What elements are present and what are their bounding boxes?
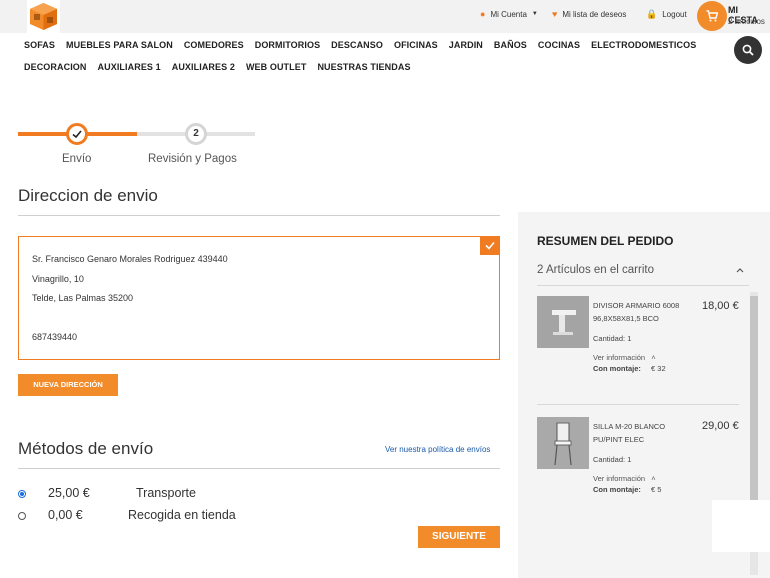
new-address-button[interactable]: NUEVA DIRECCIÓN xyxy=(18,374,118,396)
chevron-up-icon: ˄ xyxy=(651,353,656,362)
step-1-label: Envío xyxy=(62,153,92,165)
address-street: Vinagrillo, 10 xyxy=(32,274,84,284)
divider xyxy=(537,285,749,286)
chevron-up-icon: ˄ xyxy=(651,474,656,483)
shipping-policy-link[interactable]: Ver nuestra política de envíos xyxy=(385,445,490,454)
product-mounting: Con montaje: € 5 xyxy=(593,485,662,494)
site-logo[interactable] xyxy=(27,0,60,33)
product-image-chair[interactable] xyxy=(537,417,589,469)
heart-icon: ♥ xyxy=(552,9,558,19)
nav-item-oficinas[interactable]: OFICINAS xyxy=(394,40,438,50)
product-thumbnail xyxy=(537,417,589,469)
address-selected-badge xyxy=(480,236,500,255)
address-phone: 687439440 xyxy=(32,332,78,342)
wishlist-link[interactable]: ♥ Mi lista de deseos xyxy=(552,9,626,19)
logout-link[interactable]: 🔒 Logout xyxy=(646,9,687,20)
cart-icon xyxy=(706,10,718,22)
cart-count: 2 artículos xyxy=(728,17,765,26)
shipping-option-pickup-radio[interactable] xyxy=(18,512,26,520)
user-icon: ● xyxy=(480,9,486,19)
shipping-option-price: 0,00 € xyxy=(48,508,83,522)
step-2-label: Revisión y Pagos xyxy=(148,153,237,165)
my-account-link[interactable]: ● Mi Cuenta ▼ xyxy=(480,9,538,19)
shipping-heading: Métodos de envío xyxy=(18,439,154,458)
overlay-patch xyxy=(712,500,770,552)
lock-icon: 🔒 xyxy=(646,9,658,19)
main-nav-row-2: DECORACION AUXILIARES 1 AUXILIARES 2 WEB OU… xyxy=(24,62,411,72)
nav-item-comedores[interactable]: COMEDORES xyxy=(184,40,244,50)
product-more-info-toggle[interactable]: Ver información ˄ xyxy=(593,353,656,362)
summary-title: RESUMEN DEL PEDIDO xyxy=(537,234,674,248)
caret-down-icon: ▼ xyxy=(531,11,538,17)
nav-item-muebles-para-salon[interactable]: MUEBLES PARA SALON xyxy=(66,40,173,50)
search-button[interactable] xyxy=(734,36,762,64)
summary-scrollbar-thumb[interactable] xyxy=(750,296,758,506)
logo-box-icon xyxy=(30,3,57,30)
step-1-indicator xyxy=(66,123,88,145)
product-quantity: Cantidad: 1 xyxy=(593,334,632,343)
product-name[interactable]: SILLA M-20 BLANCO PU/PINT ELEC xyxy=(593,420,688,446)
shipping-option-price: 25,00 € xyxy=(48,486,90,500)
product-image-divider[interactable] xyxy=(537,296,589,348)
chevron-up-icon[interactable] xyxy=(736,267,744,273)
check-icon xyxy=(72,130,82,139)
shipping-option-name: Transporte xyxy=(136,486,196,500)
search-icon xyxy=(742,44,754,56)
nav-item-electrodomesticos[interactable]: ELECTRODOMESTICOS xyxy=(591,40,696,50)
step-2-indicator: 2 xyxy=(185,123,207,145)
product-price: 18,00 € xyxy=(702,300,739,312)
product-name[interactable]: DIVISOR ARMARIO 6008 96,8X58X81,5 BCO xyxy=(593,299,688,325)
next-button[interactable]: SIGUIENTE xyxy=(418,526,500,548)
address-city: Telde, Las Palmas 35200 xyxy=(32,293,134,303)
shipping-option-name: Recogida en tienda xyxy=(128,508,236,522)
shipping-option-transport-radio[interactable] xyxy=(18,490,26,498)
nav-item-baños[interactable]: BAÑOS xyxy=(494,40,527,50)
nav-item-auxiliares-1[interactable]: AUXILIARES 1 xyxy=(98,62,161,72)
selected-address-card[interactable]: Sr. Francisco Genaro Morales Rodriguez 4… xyxy=(18,236,500,360)
nav-item-dormitorios[interactable]: DORMITORIOS xyxy=(255,40,320,50)
nav-item-decoracion[interactable]: DECORACION xyxy=(24,62,87,72)
product-quantity: Cantidad: 1 xyxy=(593,455,632,464)
product-thumbnail xyxy=(537,296,589,348)
address-heading: Direccion de envio xyxy=(18,186,158,205)
product-more-info-toggle[interactable]: Ver información ˄ xyxy=(593,474,656,483)
nav-item-nuestras-tiendas[interactable]: NUESTRAS TIENDAS xyxy=(317,62,410,72)
cart-button[interactable] xyxy=(697,1,727,31)
divider xyxy=(18,468,500,469)
product-price: 29,00 € xyxy=(702,420,739,432)
nav-item-cocinas[interactable]: COCINAS xyxy=(538,40,580,50)
nav-item-descanso[interactable]: DESCANSO xyxy=(331,40,383,50)
divider xyxy=(18,215,500,216)
check-icon xyxy=(485,241,495,250)
divider xyxy=(537,404,739,405)
nav-item-auxiliares-2[interactable]: AUXILIARES 2 xyxy=(172,62,235,72)
nav-item-jardin[interactable]: JARDIN xyxy=(449,40,483,50)
top-bar: ● Mi Cuenta ▼ ♥ Mi lista de deseos 🔒 Log… xyxy=(0,0,770,33)
product-mounting: Con montaje: € 32 xyxy=(593,364,666,373)
summary-items-toggle[interactable]: 2 Artículos en el carrito xyxy=(537,264,654,276)
main-nav-row-1: SOFAS MUEBLES PARA SALON COMEDORES DORMITOR… xyxy=(24,40,696,50)
address-name: Sr. Francisco Genaro Morales Rodriguez 4… xyxy=(32,254,228,264)
nav-item-sofas[interactable]: SOFAS xyxy=(24,40,55,50)
nav-item-web-outlet[interactable]: WEB OUTLET xyxy=(246,62,307,72)
